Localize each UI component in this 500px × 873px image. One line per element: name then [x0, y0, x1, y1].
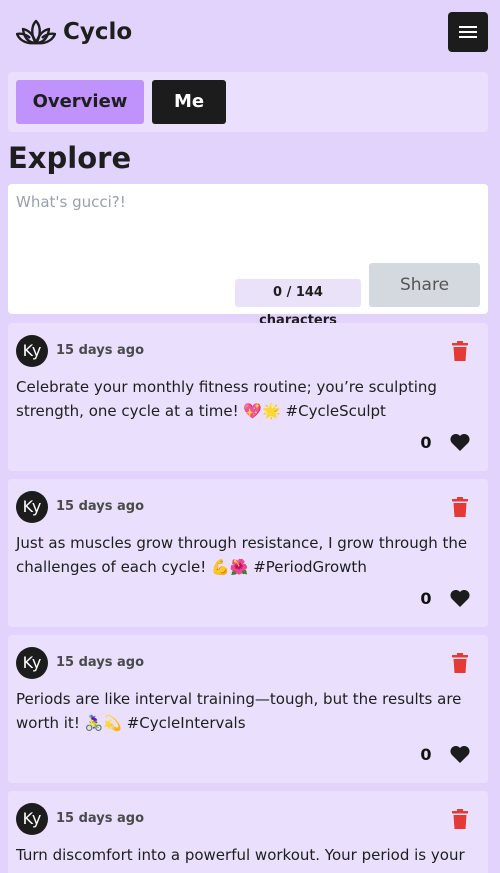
share-button[interactable]: Share [369, 263, 480, 307]
post-text: Celebrate your monthly fitness routine; … [16, 375, 472, 423]
character-counter: 0 / 144 characters [235, 279, 361, 328]
post-text-line: Periods are like interval training—tough… [16, 690, 462, 708]
page-title: Explore [8, 141, 132, 175]
post-card: Ky 15 days ago Turn discomfort into a po… [8, 791, 488, 873]
post-text-line: challenges of each cycle! 💪🌺 #PeriodGrow… [16, 558, 367, 576]
heart-icon[interactable] [450, 589, 470, 607]
avatar[interactable]: Ky [16, 491, 48, 523]
tab-overview[interactable]: Overview [16, 80, 144, 124]
trash-icon[interactable] [452, 497, 468, 517]
trash-icon[interactable] [452, 653, 468, 673]
post-timestamp: 15 days ago [56, 811, 145, 826]
post-input[interactable]: What's gucci?! [16, 192, 480, 252]
post-text-line: strength, one cycle at a time! 💖🌟 #Cycle… [16, 402, 386, 420]
post-timestamp: 15 days ago [56, 343, 145, 358]
app-header: Cyclo [0, 0, 500, 64]
hamburger-icon [459, 26, 477, 38]
post-card: Ky 15 days ago Just as muscles grow thro… [8, 479, 488, 627]
tab-me[interactable]: Me [152, 80, 226, 124]
post-text-line: Just as muscles grow through resistance,… [16, 534, 468, 552]
menu-button[interactable] [448, 12, 488, 52]
like-count: 0 [420, 433, 432, 452]
post-card: Ky 15 days ago Celebrate your monthly fi… [8, 323, 488, 471]
avatar[interactable]: Ky [16, 335, 48, 367]
avatar[interactable]: Ky [16, 803, 48, 835]
post-composer: What's gucci?! 0 / 144 characters Share [8, 184, 488, 328]
post-text-line: Turn discomfort into a powerful workout.… [16, 846, 465, 864]
like-count: 0 [420, 745, 432, 764]
trash-icon[interactable] [452, 341, 468, 361]
like-count: 0 [420, 589, 432, 608]
post-text: Just as muscles grow through resistance,… [16, 531, 472, 579]
heart-icon[interactable] [450, 745, 470, 763]
post-text: Periods are like interval training—tough… [16, 687, 472, 735]
tab-bar: Overview Me [8, 72, 488, 132]
post-card: Ky 15 days ago Periods are like interval… [8, 635, 488, 783]
heart-icon[interactable] [450, 433, 470, 451]
avatar[interactable]: Ky [16, 647, 48, 679]
brand-name[interactable]: Cyclo [63, 16, 132, 48]
post-timestamp: 15 days ago [56, 499, 145, 514]
lotus-icon[interactable] [16, 17, 56, 47]
post-timestamp: 15 days ago [56, 655, 145, 670]
post-text-line: worth it! 🚴‍♀️💫 #CycleIntervals [16, 714, 246, 732]
trash-icon[interactable] [452, 809, 468, 829]
post-text: Turn discomfort into a powerful workout.… [16, 843, 472, 873]
post-text-line: Celebrate your monthly fitness routine; … [16, 378, 437, 396]
